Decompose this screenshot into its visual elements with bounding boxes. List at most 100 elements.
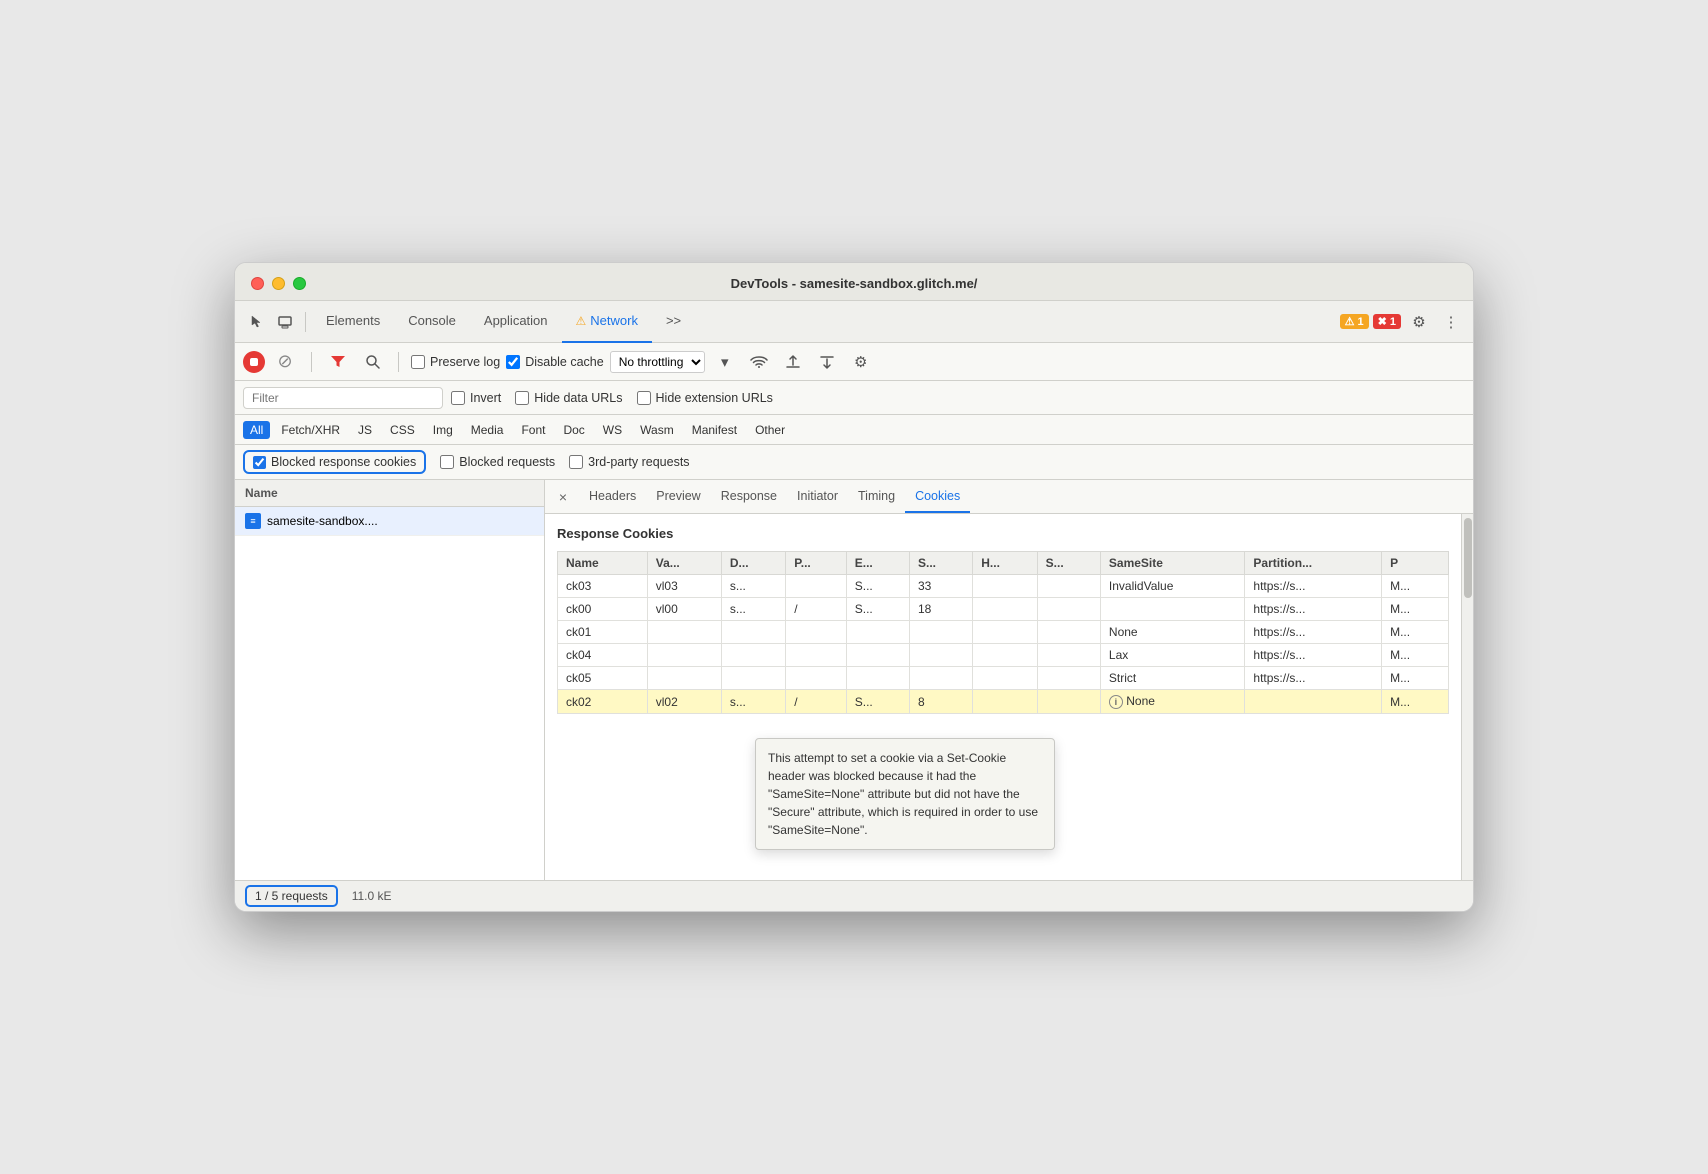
cell-secure	[1037, 575, 1100, 598]
cell-partition: https://s...	[1245, 644, 1382, 667]
col-samesite[interactable]: SameSite	[1100, 552, 1245, 575]
tab-application[interactable]: Application	[470, 301, 562, 343]
throttle-select[interactable]: No throttling	[610, 351, 705, 373]
hide-data-urls-checkbox[interactable]	[515, 391, 529, 405]
col-path[interactable]: P...	[786, 552, 846, 575]
minimize-button[interactable]	[272, 277, 285, 290]
cell-value: vl03	[647, 575, 721, 598]
type-btn-doc[interactable]: Doc	[556, 421, 591, 439]
device-icon[interactable]	[271, 308, 299, 336]
hide-ext-urls-checkbox[interactable]	[637, 391, 651, 405]
stop-recording-button[interactable]	[243, 351, 265, 373]
blocked-response-cookies-group[interactable]: Blocked response cookies	[243, 450, 426, 474]
tab-timing[interactable]: Timing	[848, 480, 905, 513]
request-list-item[interactable]: samesite-sandbox....	[235, 507, 544, 536]
maximize-button[interactable]	[293, 277, 306, 290]
cursor-icon[interactable]	[243, 308, 271, 336]
type-btn-media[interactable]: Media	[464, 421, 511, 439]
col-expires[interactable]: E...	[846, 552, 909, 575]
type-btn-img[interactable]: Img	[426, 421, 460, 439]
cell-name: ck03	[558, 575, 648, 598]
table-row[interactable]: ck00 vl00 s... / S... 18 https://s.	[558, 598, 1449, 621]
type-btn-all[interactable]: All	[243, 421, 270, 439]
close-button[interactable]	[251, 277, 264, 290]
cell-path	[786, 667, 846, 690]
tab-elements[interactable]: Elements	[312, 301, 394, 343]
col-partition[interactable]: Partition...	[1245, 552, 1382, 575]
cell-priority: M...	[1382, 690, 1449, 714]
cell-size: 18	[909, 598, 972, 621]
clear-icon[interactable]: ⊘	[271, 348, 299, 376]
cell-size	[909, 667, 972, 690]
throttle-chevron[interactable]: ▾	[711, 348, 739, 376]
type-btn-js[interactable]: JS	[351, 421, 379, 439]
blocked-requests-checkbox[interactable]	[440, 455, 454, 469]
cell-expires: S...	[846, 598, 909, 621]
filter-input[interactable]	[243, 387, 443, 409]
cell-expires: S...	[846, 575, 909, 598]
cell-name: ck05	[558, 667, 648, 690]
request-list-header: Name	[235, 480, 544, 507]
invert-label[interactable]: Invert	[451, 391, 501, 405]
settings2-icon[interactable]: ⚙	[847, 348, 875, 376]
type-btn-xhr[interactable]: Fetch/XHR	[274, 421, 347, 439]
tab-headers[interactable]: Headers	[579, 480, 646, 513]
type-btn-manifest[interactable]: Manifest	[685, 421, 744, 439]
type-filter-row: All Fetch/XHR JS CSS Img Media Font Doc …	[235, 415, 1473, 445]
type-btn-other[interactable]: Other	[748, 421, 792, 439]
col-httponly[interactable]: H...	[973, 552, 1037, 575]
filter-icon[interactable]	[324, 348, 352, 376]
tab-initiator[interactable]: Initiator	[787, 480, 848, 513]
table-row[interactable]: ck02 vl02 s... / S... 8	[558, 690, 1449, 714]
col-size[interactable]: S...	[909, 552, 972, 575]
tab-cookies[interactable]: Cookies	[905, 480, 970, 513]
type-btn-font[interactable]: Font	[514, 421, 552, 439]
disable-cache-checkbox[interactable]	[506, 355, 520, 369]
cell-path: /	[786, 690, 846, 714]
invert-checkbox[interactable]	[451, 391, 465, 405]
third-party-requests-label[interactable]: 3rd-party requests	[569, 455, 689, 469]
detail-scrollbar[interactable]	[1461, 514, 1473, 880]
cell-expires	[846, 621, 909, 644]
table-row[interactable]: ck01 None https://s...	[558, 621, 1449, 644]
col-domain[interactable]: D...	[721, 552, 785, 575]
close-detail-button[interactable]: ×	[553, 487, 573, 507]
download-icon[interactable]	[813, 348, 841, 376]
cell-expires: S...	[846, 690, 909, 714]
blocked-requests-label[interactable]: Blocked requests	[440, 455, 555, 469]
wifi-icon[interactable]	[745, 348, 773, 376]
cell-value: vl02	[647, 690, 721, 714]
col-secure[interactable]: S...	[1037, 552, 1100, 575]
preserve-log-checkbox[interactable]	[411, 355, 425, 369]
type-btn-wasm[interactable]: Wasm	[633, 421, 681, 439]
blocked-response-cookies-checkbox[interactable]	[253, 456, 266, 469]
table-row[interactable]: ck04 Lax https://s...	[558, 644, 1449, 667]
table-row[interactable]: ck03 vl03 s... S... 33 InvalidValue	[558, 575, 1449, 598]
traffic-lights	[251, 277, 306, 290]
tab-network[interactable]: ⚠ Network	[562, 301, 652, 343]
table-row[interactable]: ck05 Strict https://s...	[558, 667, 1449, 690]
col-name[interactable]: Name	[558, 552, 648, 575]
tab-more[interactable]: >>	[652, 301, 695, 343]
settings-icon[interactable]: ⚙	[1405, 308, 1433, 336]
more-icon[interactable]: ⋮	[1437, 308, 1465, 336]
col-value[interactable]: Va...	[647, 552, 721, 575]
cell-samesite	[1100, 598, 1245, 621]
upload-icon[interactable]	[779, 348, 807, 376]
disable-cache-label[interactable]: Disable cache	[506, 355, 604, 369]
tab-response[interactable]: Response	[711, 480, 787, 513]
preserve-log-label[interactable]: Preserve log	[411, 355, 500, 369]
col-priority[interactable]: P	[1382, 552, 1449, 575]
cell-domain	[721, 667, 785, 690]
tab-console[interactable]: Console	[394, 301, 470, 343]
cell-partition: https://s...	[1245, 621, 1382, 644]
hide-data-urls-label[interactable]: Hide data URLs	[515, 391, 622, 405]
hide-ext-urls-label[interactable]: Hide extension URLs	[637, 391, 773, 405]
type-btn-css[interactable]: CSS	[383, 421, 422, 439]
tab-preview[interactable]: Preview	[646, 480, 710, 513]
detail-tabs: × Headers Preview Response Initiator Tim…	[545, 480, 1473, 514]
cell-priority: M...	[1382, 621, 1449, 644]
third-party-requests-checkbox[interactable]	[569, 455, 583, 469]
type-btn-ws[interactable]: WS	[596, 421, 629, 439]
search-icon[interactable]	[358, 348, 386, 376]
